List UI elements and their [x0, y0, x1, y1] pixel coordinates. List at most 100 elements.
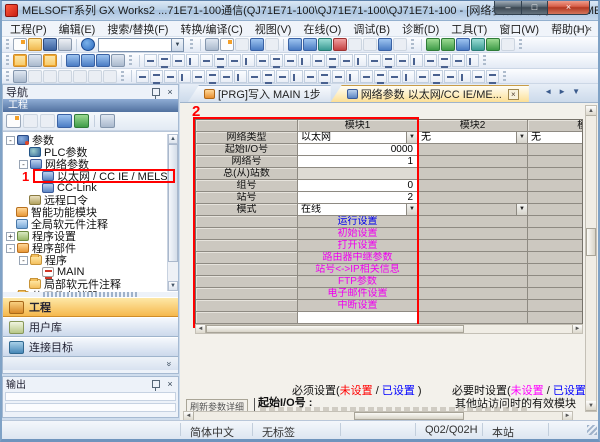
ladder-symbol-icon[interactable]	[410, 54, 423, 67]
ladder-symbol-icon[interactable]	[298, 54, 311, 67]
ladder-symbol-icon[interactable]	[326, 54, 339, 67]
ladder-edit-icon[interactable]	[486, 70, 499, 83]
ladder-edit-icon[interactable]	[164, 70, 177, 83]
mdi-minimize-button[interactable]: –	[562, 24, 567, 34]
operation-setting-link[interactable]: 运行设置	[298, 216, 418, 228]
help-icon[interactable]	[81, 38, 95, 51]
start-monitor-icon[interactable]	[426, 38, 440, 51]
verify-icon[interactable]	[318, 38, 332, 51]
property-icon[interactable]	[57, 114, 72, 128]
toolbar-grip[interactable]	[121, 71, 124, 82]
ladder-edit-icon[interactable]	[304, 70, 317, 83]
menu-project[interactable]: 工程(P)	[4, 21, 53, 37]
ladder-edit-icon[interactable]	[290, 70, 303, 83]
transfer-setup-icon[interactable]	[378, 38, 392, 51]
ladder-symbol-icon[interactable]	[354, 54, 367, 67]
tree-item-parameter[interactable]: - 参数	[3, 134, 178, 146]
monitor-mode-icon[interactable]	[58, 70, 72, 83]
sort-filter-icon[interactable]	[100, 114, 115, 128]
work-window-icon[interactable]	[43, 54, 57, 67]
expand-icon[interactable]: +	[6, 292, 15, 293]
monitor-icon[interactable]	[333, 38, 347, 51]
chevron-more-icon[interactable]: »	[164, 361, 174, 366]
ladder-edit-icon[interactable]	[178, 70, 191, 83]
toolbar-grip[interactable]	[519, 39, 522, 50]
comment-display-icon[interactable]	[66, 54, 80, 67]
scrollbar-thumb[interactable]	[586, 228, 596, 256]
ladder-edit-icon[interactable]	[318, 70, 331, 83]
close-icon[interactable]: ×	[165, 87, 175, 97]
tree-item-pou[interactable]: - 程序部件	[3, 242, 178, 254]
network-type-m3[interactable]: 无	[528, 132, 583, 144]
ladder-edit-icon[interactable]	[374, 70, 387, 83]
ladder-symbol-icon[interactable]	[172, 54, 185, 67]
pin-icon[interactable]	[152, 88, 160, 96]
print-icon[interactable]	[58, 38, 72, 51]
ladder-edit-icon[interactable]	[136, 70, 149, 83]
ladder-symbol-icon[interactable]	[200, 54, 213, 67]
email-setting-link[interactable]: 电子邮件设置	[298, 288, 418, 300]
toolbar-grip[interactable]	[483, 55, 486, 66]
scroll-right-icon[interactable]: ►	[562, 412, 572, 420]
collapse-icon[interactable]: -	[19, 256, 28, 265]
chevron-down-icon[interactable]	[516, 132, 527, 143]
statement-display-icon[interactable]	[81, 54, 95, 67]
ladder-edit-icon[interactable]	[220, 70, 233, 83]
navigation-window-icon[interactable]	[13, 54, 27, 67]
ladder-symbol-icon[interactable]	[214, 54, 227, 67]
ladder-symbol-icon[interactable]	[438, 54, 451, 67]
close-icon[interactable]: ×	[165, 379, 175, 389]
router-relay-link[interactable]: 路由器中继参数	[298, 252, 418, 264]
mdi-close-button[interactable]: ×	[587, 24, 592, 34]
ladder-edit-icon[interactable]	[332, 70, 345, 83]
tab-prg-main[interactable]: [PRG]写入 MAIN 1步	[188, 85, 331, 102]
grid-horizontal-scrollbar[interactable]: ◄ ►	[195, 324, 583, 334]
group-no-input[interactable]: 0	[298, 180, 418, 192]
open-project-icon[interactable]	[28, 38, 42, 51]
ladder-edit-icon[interactable]	[150, 70, 163, 83]
ladder-edit-icon[interactable]	[472, 70, 485, 83]
tree-scrollbar[interactable]: ▲ ▼	[167, 134, 178, 291]
tree-item-plc-parameter[interactable]: PLC参数	[3, 146, 178, 158]
ladder-symbol-icon[interactable]	[144, 54, 157, 67]
start-io-input[interactable]: 0000	[298, 144, 418, 156]
scroll-right-icon[interactable]: ►	[572, 325, 582, 333]
ladder-edit-icon[interactable]	[262, 70, 275, 83]
read-from-plc-icon[interactable]	[303, 38, 317, 51]
menu-find-replace[interactable]: 搜索/替换(F)	[101, 21, 174, 37]
menu-tool[interactable]: 工具(T)	[445, 21, 493, 37]
menu-compile[interactable]: 转换/编译(C)	[174, 21, 248, 37]
copy-icon[interactable]	[220, 38, 234, 51]
tab-list-icon[interactable]: ▼	[572, 87, 580, 96]
ladder-edit-icon[interactable]	[360, 70, 373, 83]
toolbar-grip[interactable]	[411, 39, 414, 50]
toolbar-grip[interactable]	[503, 71, 506, 82]
open-setting-link[interactable]: 打开设置	[298, 240, 418, 252]
ladder-logic-test-icon[interactable]	[456, 38, 470, 51]
menu-diagnostics[interactable]: 诊断(D)	[396, 21, 445, 37]
ladder-symbol-icon[interactable]	[186, 54, 199, 67]
select-mode-icon[interactable]	[13, 70, 27, 83]
ladder-symbol-icon[interactable]	[424, 54, 437, 67]
ladder-edit-icon[interactable]	[276, 70, 289, 83]
redo-icon[interactable]	[265, 38, 279, 51]
pin-icon[interactable]	[152, 380, 160, 388]
write-to-plc-icon[interactable]	[288, 38, 302, 51]
chevron-down-icon[interactable]	[406, 132, 417, 143]
device-display-icon[interactable]	[111, 54, 125, 67]
scrollbar-thumb[interactable]	[354, 412, 464, 420]
collapse-icon[interactable]: -	[19, 160, 28, 169]
skip-icon[interactable]	[88, 70, 102, 83]
station-no-input[interactable]: 2	[298, 192, 418, 204]
ladder-edit-icon[interactable]	[458, 70, 471, 83]
menu-online[interactable]: 在线(O)	[297, 21, 347, 37]
tab-scroll-right-icon[interactable]: ►	[558, 87, 566, 96]
scroll-left-icon[interactable]: ◄	[184, 412, 194, 420]
ladder-symbol-icon[interactable]	[270, 54, 283, 67]
pause-icon[interactable]	[501, 38, 515, 51]
step-run-icon[interactable]	[103, 70, 117, 83]
ladder-symbol-icon[interactable]	[466, 54, 479, 67]
menu-window[interactable]: 窗口(W)	[493, 21, 545, 37]
function-block-icon[interactable]	[28, 54, 42, 67]
nav-button-project[interactable]: 工程	[3, 297, 178, 317]
